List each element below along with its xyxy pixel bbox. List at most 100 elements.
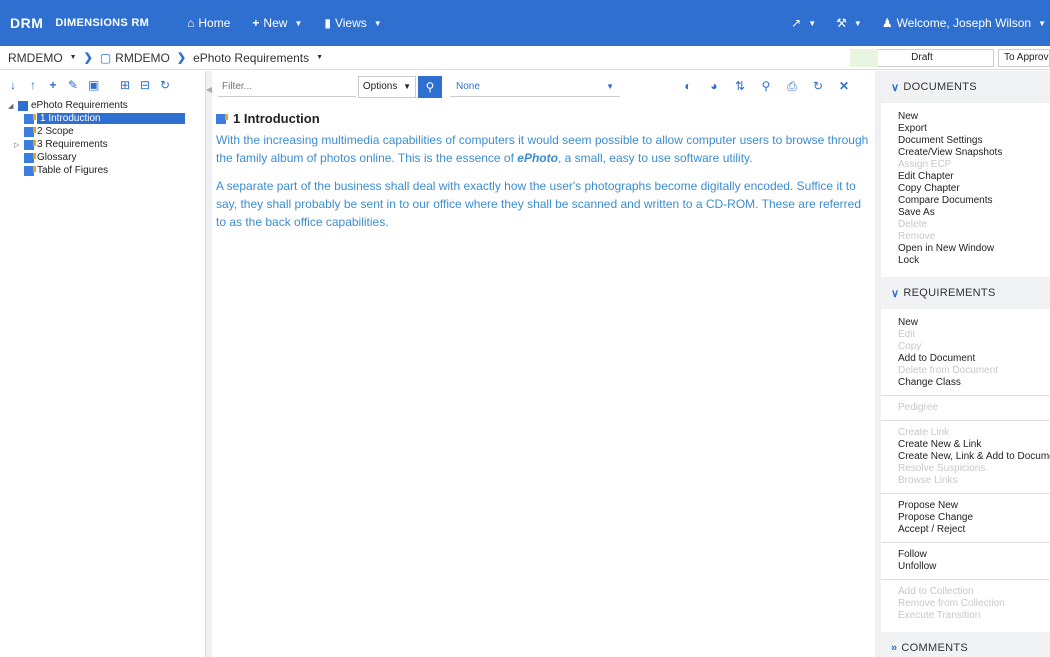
expand-all-icon[interactable]: ⊞ [120, 78, 130, 92]
expand-toggle-icon[interactable]: ▷ [14, 141, 24, 149]
menu-item[interactable]: Create/View Snapshots [898, 147, 1050, 159]
top-navbar: DRM DIMENSIONS RM ⌂ Home + New ▼ ▮ Views… [0, 0, 1050, 46]
transition-button[interactable]: To Approval [998, 49, 1050, 67]
menu-item[interactable]: Edit Chapter [898, 171, 1050, 183]
tree-item-label: Table of Figures [37, 165, 109, 176]
refresh-icon[interactable]: ↻ [160, 78, 170, 92]
tree-item[interactable]: ▷ 3 Requirements [8, 138, 205, 151]
breadcrumb-project[interactable]: RMDEMO [8, 51, 63, 65]
search-button[interactable]: ⚲ [418, 76, 442, 98]
section-title: 1 Introduction [233, 111, 320, 126]
hide-icon[interactable]: ◐ [682, 79, 694, 94]
sort-icon[interactable]: ⇅ [734, 79, 746, 94]
nav-views-label: Views [334, 16, 367, 30]
print-icon[interactable]: ⎙ [786, 79, 798, 94]
menu-item: Edit [898, 329, 916, 340]
menu-item[interactable]: Lock [898, 255, 1050, 267]
file-icon: ▮ [324, 16, 331, 30]
share-menu[interactable]: ↗ ▼ [791, 16, 816, 30]
chevron-down-icon: ▼ [403, 82, 412, 91]
chevron-right-icon: ❯ [83, 52, 93, 64]
product-name: ePhoto [517, 151, 558, 165]
share-icon: ↗ [791, 16, 802, 30]
requirements-header[interactable]: ∨ REQUIREMENTS [881, 277, 1050, 309]
brand[interactable]: DRM DIMENSIONS RM [0, 0, 149, 46]
view-select-value: None [456, 81, 480, 92]
menu-item[interactable]: Compare Documents [898, 195, 1050, 207]
filter-input[interactable] [218, 77, 356, 97]
view-select[interactable]: None ▼ [450, 77, 620, 97]
menu-item: Create Link [898, 427, 950, 438]
menu-item[interactable]: Copy Chapter [898, 183, 1050, 195]
tree-root[interactable]: ◢ ePhoto Requirements [8, 99, 205, 112]
tree-root-label: ePhoto Requirements [31, 100, 128, 111]
divider [881, 420, 1050, 421]
menu-item[interactable]: Follow [898, 549, 1050, 561]
nav-views[interactable]: ▮ Views ▼ [324, 16, 381, 30]
chevron-down-icon[interactable]: ▼ [316, 54, 323, 61]
documents-actions: New Export Document Settings Create/View Sn… [881, 103, 1050, 277]
comments-header[interactable]: » COMMENTS [881, 632, 1050, 657]
add-icon[interactable]: + [48, 78, 58, 92]
status-indicator [850, 49, 878, 67]
breadcrumb: RMDEMO ▼ ❯ ▢ RMDEMO ❯ ePhoto Requirement… [0, 46, 1050, 70]
menu-item[interactable]: Propose Change [898, 512, 1050, 524]
menu-item[interactable]: Add to Document [898, 353, 1050, 365]
nav-home-label: Home [198, 16, 231, 30]
chevron-down-icon: ▼ [294, 18, 303, 28]
menu-item[interactable]: Create New, Link & Add to Document [898, 451, 1050, 463]
menu-item: Delete [898, 219, 927, 230]
menu-item[interactable]: Change Class [898, 377, 1050, 389]
chapter-icon [24, 152, 36, 163]
menu-item[interactable]: Accept / Reject [898, 524, 1050, 536]
user-icon: ♟ [881, 16, 893, 30]
tree-item[interactable]: Glossary [8, 151, 205, 164]
move-down-icon[interactable]: ↓ [8, 78, 18, 92]
documents-header[interactable]: ∨ DOCUMENTS [881, 71, 1050, 103]
tree-item-label: 1 Introduction [37, 113, 185, 124]
user-welcome: Welcome, Joseph Wilson [896, 16, 1032, 30]
collapse-toggle-icon[interactable]: ◢ [8, 102, 18, 110]
content-toolbar: Options ▼ ⚲ None ▼ ◐ ◕ ⇅ ⚲ ⎙ ↻ ✕ [212, 71, 875, 103]
chevron-down-icon: ▼ [1038, 18, 1046, 28]
brand-logo: DRM [10, 15, 44, 31]
divider [881, 395, 1050, 396]
nav-home[interactable]: ⌂ Home [187, 16, 230, 30]
document-icon [18, 100, 28, 111]
tree-item[interactable]: 1 Introduction [8, 112, 205, 125]
folder-icon: ▢ [99, 50, 112, 65]
chevron-right-icon: » [891, 642, 898, 654]
nav-new[interactable]: + New ▼ [252, 16, 302, 30]
documents-title: DOCUMENTS [903, 81, 977, 93]
section-heading[interactable]: 1 Introduction [216, 111, 869, 126]
options-button[interactable]: Options ▼ [358, 76, 416, 98]
breadcrumb-folder[interactable]: RMDEMO [115, 51, 170, 65]
breadcrumb-document[interactable]: ePhoto Requirements [193, 51, 309, 65]
search-icon[interactable]: ⚲ [760, 79, 772, 94]
tree-item[interactable]: 2 Scope [8, 125, 205, 138]
menu-item[interactable]: Unfollow [898, 561, 1050, 573]
menu-item[interactable]: Create New & Link [898, 439, 1050, 451]
paragraph[interactable]: With the increasing multimedia capabilit… [216, 131, 869, 167]
menu-item[interactable]: Export [898, 123, 1050, 135]
refresh-icon[interactable]: ↻ [812, 79, 824, 94]
collapse-all-icon[interactable]: ⊟ [140, 78, 150, 92]
menu-item[interactable]: New [898, 111, 1050, 123]
chart-icon[interactable]: ◕ [708, 79, 720, 94]
edit-icon[interactable]: ✎ [68, 78, 78, 92]
menu-item[interactable]: Open in New Window [898, 243, 1050, 255]
menu-item[interactable]: Document Settings [898, 135, 1050, 147]
user-menu[interactable]: ♟ Welcome, Joseph Wilson ▼ [882, 16, 1046, 30]
content-actions: ◐ ◕ ⇅ ⚲ ⎙ ↻ ✕ [682, 79, 850, 94]
menu-item[interactable]: Save As [898, 207, 1050, 219]
menu-item[interactable]: Propose New [898, 500, 1050, 512]
menu-item[interactable]: New [898, 317, 1050, 329]
paragraph[interactable]: A separate part of the business shall de… [216, 177, 869, 231]
delete-icon[interactable]: ▣ [88, 78, 99, 92]
move-up-icon[interactable]: ↑ [28, 78, 38, 92]
tools-menu[interactable]: ⚒ ▼ [836, 16, 862, 30]
chevron-down-icon: ∨ [891, 81, 900, 94]
tree-item[interactable]: Table of Figures [8, 164, 205, 177]
chevron-down-icon[interactable]: ▼ [70, 54, 77, 61]
close-icon[interactable]: ✕ [838, 79, 850, 94]
